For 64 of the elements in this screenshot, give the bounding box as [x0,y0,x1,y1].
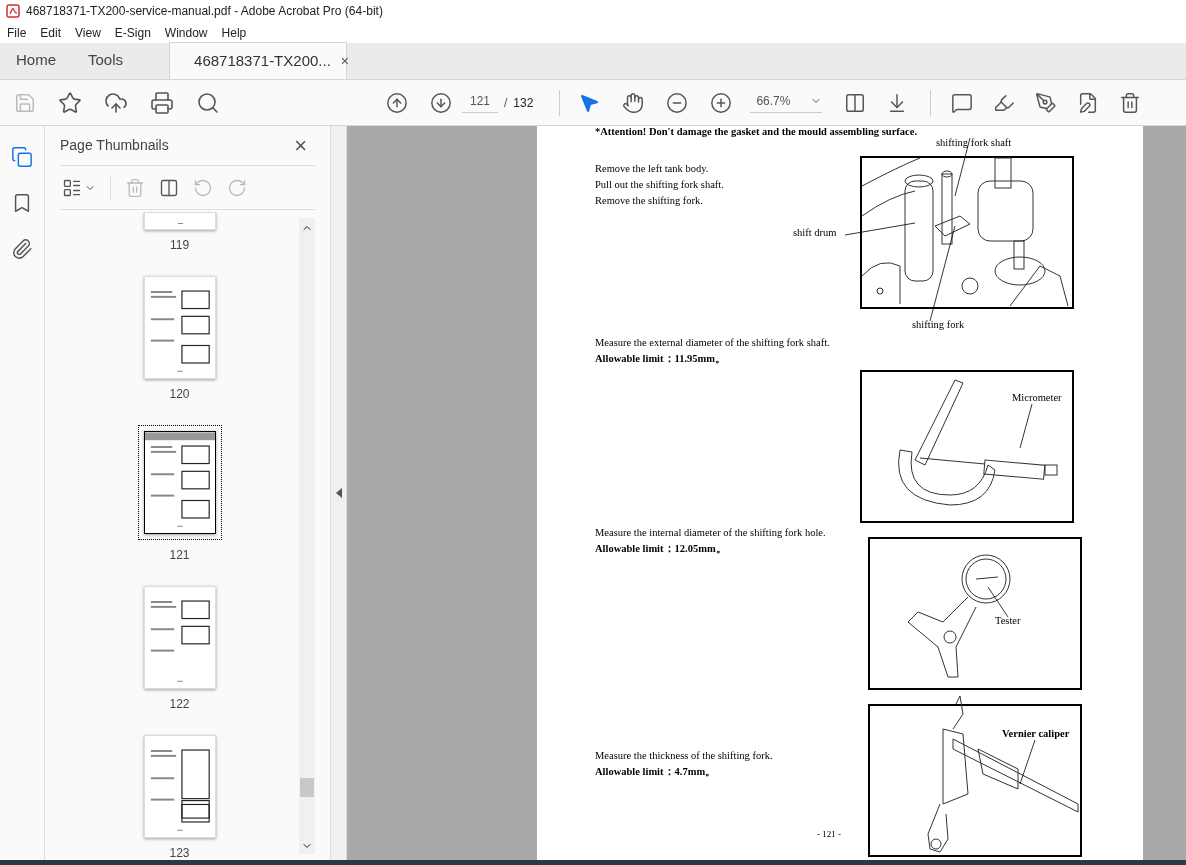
figure-label: shifting fork [912,320,965,331]
instruction-text: Pull out the shifting fork shaft. [595,178,724,192]
menu-item[interactable]: E-Sign [114,23,151,42]
leader-line [987,586,1009,618]
leader-line [844,222,916,236]
page-number-label: 121 [169,547,190,564]
list-options-icon[interactable] [62,177,82,198]
page-number-field[interactable]: 121 [462,92,498,113]
limit-text: Allowable limit：11.95mm。 [595,352,727,366]
figure-label: shifting fork shaft [936,138,1012,149]
tab[interactable]: Home [0,42,72,79]
menu-item[interactable]: Help [221,23,247,42]
tab[interactable]: 468718371-TX200... × [169,42,348,79]
figure-label: shift drum [793,228,837,239]
zoom-out-icon[interactable] [666,91,689,114]
window-title: 468718371-TX200-service-manual.pdf - Adobe Acrobat Pro (64-bit) [26,3,383,20]
attention-note: *Attention! Don't damage the gasket and the mould assembling surface. [595,126,917,139]
pdf-app-icon [6,4,20,18]
figure-label: Tester [995,616,1021,627]
star-icon[interactable] [58,90,82,115]
cloud-upload-icon[interactable] [104,90,128,115]
limit-text: Allowable limit：4.7mm。 [595,765,717,779]
comment-icon[interactable] [951,91,974,114]
scroll-thumb[interactable] [300,778,314,797]
columns-icon[interactable] [844,91,867,114]
paperclip-icon[interactable] [11,238,33,260]
limit-text: Allowable limit：12.05mm。 [595,542,727,556]
zoom-in-icon[interactable] [710,91,733,114]
instruction-text: Remove the left tank body. [595,162,709,176]
menu-item[interactable]: Edit [40,23,62,42]
menu-item[interactable]: File [7,23,27,42]
hand-icon[interactable] [622,91,645,114]
instruction-text: Measure the internal diameter of the shifting fork hole. [595,526,826,540]
page-count: 132 [513,94,534,112]
pages-icon[interactable] [11,146,33,168]
tab[interactable]: Tools [72,42,140,79]
zoom-dropdown[interactable]: 66.7% [750,92,823,113]
leader-line [1019,739,1036,785]
page-number-label: 122 [169,696,190,713]
page-separator: / [504,94,508,112]
scrollbar[interactable] [299,218,315,854]
pen-icon[interactable] [1035,91,1058,114]
delete-icon[interactable] [1119,91,1142,114]
menu-item[interactable]: Window [164,23,208,42]
instruction-text: Measure the external diameter of the shifting fork shaft. [595,336,830,350]
menu-item[interactable]: View [75,23,101,42]
page-number-label: 123 [169,845,190,860]
page-number-label: 119 [169,237,190,254]
figure-label: Micrometer [1012,393,1062,404]
search-icon[interactable] [196,90,220,115]
print-icon[interactable] [150,90,174,115]
next-page-icon[interactable] [430,91,452,114]
close-button[interactable]: × [294,134,315,157]
page-thumbnail[interactable] [143,431,216,534]
previous-page-icon[interactable] [386,91,408,114]
figure-label: Vernier caliper [1002,729,1070,740]
page-footer-number: - 121 - [817,828,841,841]
panel-title: Page Thumbnails [60,136,169,155]
close-tab-button[interactable]: × [340,50,349,72]
leader-line [1019,403,1033,449]
page-number-label: 120 [169,386,190,403]
collapse-panel-icon[interactable] [335,488,342,498]
instruction-text: Remove the shifting fork. [595,194,703,208]
instruction-text: Measure the thickness of the shifting fork. [595,749,773,763]
